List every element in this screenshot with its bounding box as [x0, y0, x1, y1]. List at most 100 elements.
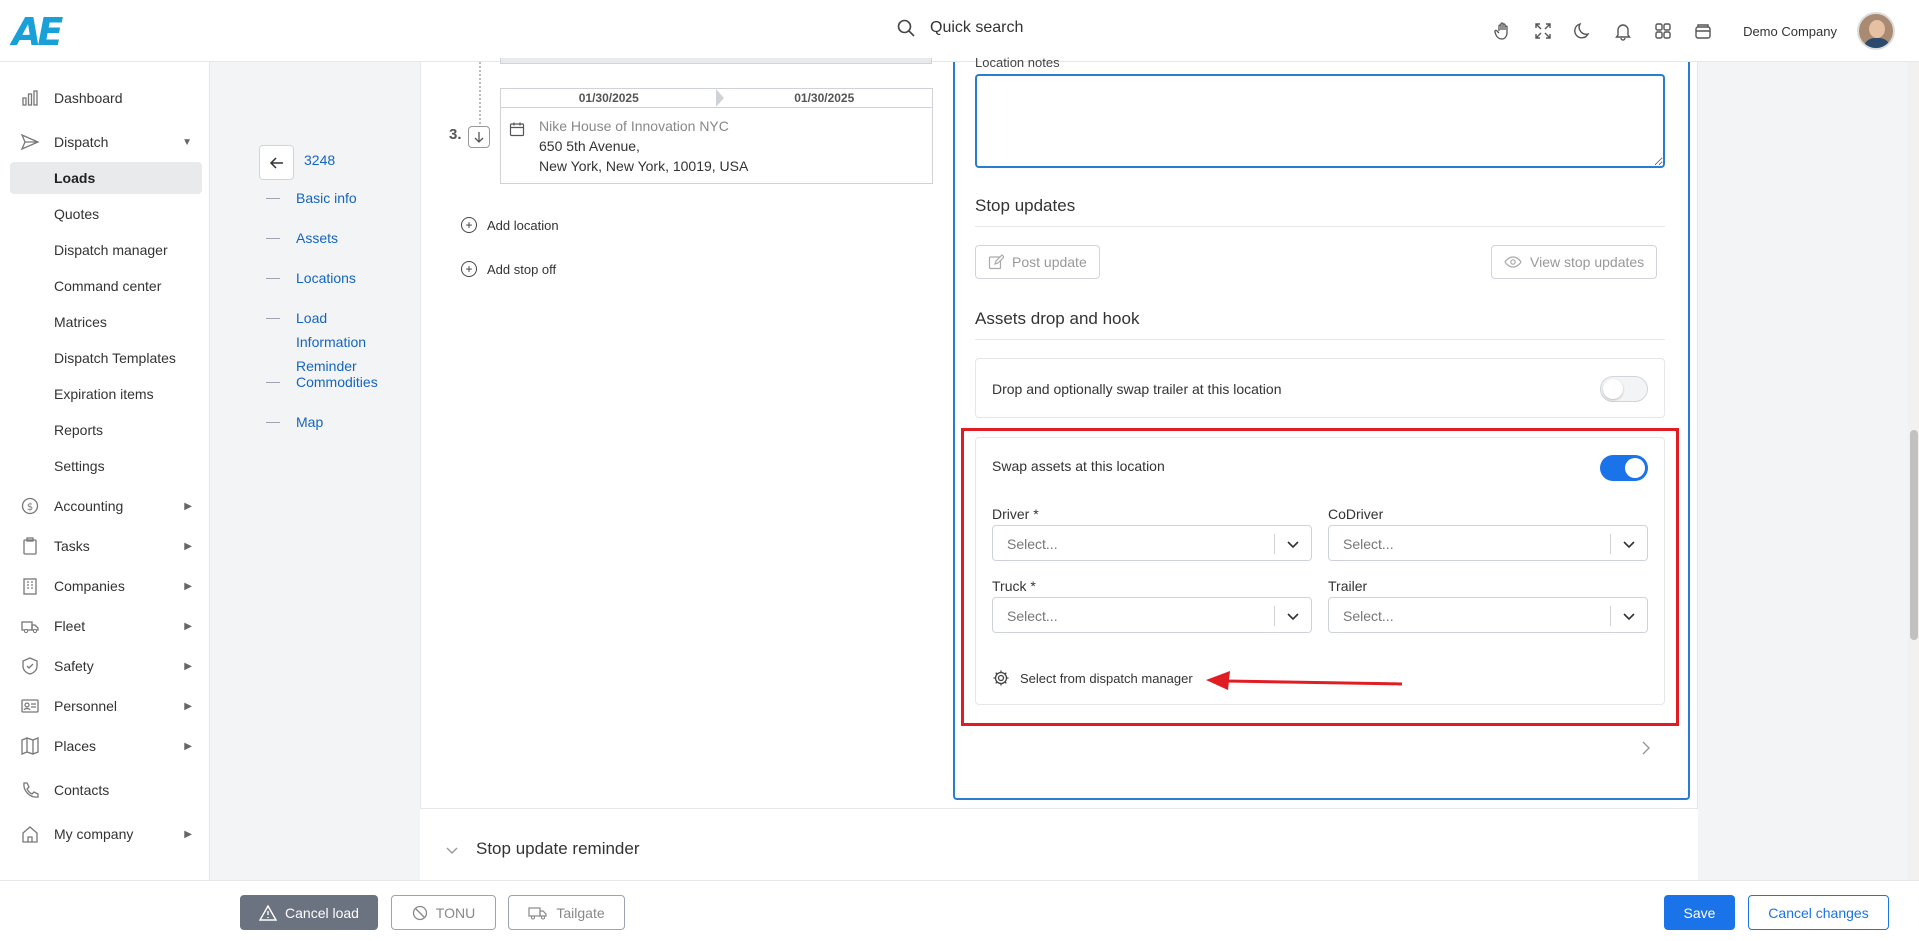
- plus-circle-icon: +: [461, 261, 477, 277]
- sidebar-item-places[interactable]: Places ▶: [10, 730, 202, 762]
- annotation-arrow: [1206, 671, 1402, 690]
- location-notes-input[interactable]: [975, 74, 1665, 168]
- sidebar-sub-dispatch-templates[interactable]: Dispatch Templates: [10, 342, 202, 374]
- warning-icon: [259, 904, 278, 921]
- chevron-down-icon[interactable]: [445, 843, 459, 857]
- toc-dash: [266, 198, 280, 199]
- add-stop-off-button[interactable]: + Add stop off: [461, 261, 556, 277]
- stop-card[interactable]: 01/30/2025 01/30/2025 Nike House of Inno…: [500, 88, 933, 184]
- sidebar-item-label: Dashboard: [54, 90, 123, 106]
- sidebar-item-personnel[interactable]: Personnel ▶: [10, 690, 202, 722]
- sidebar-item-dashboard[interactable]: Dashboard: [10, 82, 202, 114]
- stop-address-line1: 650 5th Avenue,: [539, 138, 640, 154]
- view-stop-updates-label: View stop updates: [1530, 254, 1645, 270]
- assets-drop-hook-title: Assets drop and hook: [975, 309, 1140, 328]
- previous-stop-card-edge: [500, 58, 932, 64]
- caret-down-icon: ▼: [182, 136, 192, 148]
- wallet-icon[interactable]: [1693, 21, 1713, 41]
- truck-icon: [528, 906, 547, 919]
- caret-right-icon: ▶: [184, 580, 192, 592]
- post-update-button[interactable]: Post update: [975, 245, 1100, 279]
- sidebar-item-label: Dispatch: [54, 134, 109, 150]
- cancel-load-label: Cancel load: [285, 904, 359, 921]
- sidebar-item-companies[interactable]: Companies ▶: [10, 570, 202, 602]
- chevron-right-icon[interactable]: [1638, 740, 1654, 756]
- toc-item-assets[interactable]: Assets: [266, 226, 338, 250]
- moon-icon[interactable]: [1573, 21, 1593, 41]
- bell-icon[interactable]: [1613, 21, 1633, 41]
- toc-item-basic-info[interactable]: Basic info: [266, 186, 357, 210]
- stop-address-line2: New York, New York, 10019, USA: [539, 158, 749, 174]
- toc-item-map[interactable]: Map: [266, 410, 323, 434]
- app-logo[interactable]: AE: [12, 10, 80, 54]
- sidebar-item-tasks[interactable]: Tasks ▶: [10, 530, 202, 562]
- truck-icon: [21, 621, 39, 634]
- toc-label: Commodities: [296, 374, 378, 390]
- company-name[interactable]: Demo Company: [1743, 24, 1837, 39]
- caret-right-icon: ▶: [184, 828, 192, 840]
- sidebar-sub-command-center[interactable]: Command center: [10, 270, 202, 302]
- toc-dash: [266, 422, 280, 423]
- drop-swap-trailer-toggle[interactable]: [1600, 376, 1648, 402]
- sidebar-sub-reports[interactable]: Reports: [10, 414, 202, 446]
- top-bar: AE Quick search Demo Company: [0, 0, 1919, 62]
- sidebar-item-label: My company: [54, 826, 134, 842]
- tailgate-button[interactable]: Tailgate: [508, 895, 625, 930]
- dollar-circle-icon: $: [21, 497, 39, 515]
- toc-label: Load Information Reminder: [296, 310, 367, 374]
- home-icon: [22, 826, 38, 843]
- sidebar-sub-matrices[interactable]: Matrices: [10, 306, 202, 338]
- scrollbar-thumb[interactable]: [1910, 430, 1918, 640]
- toc-dash: [266, 382, 280, 383]
- view-stop-updates-button[interactable]: View stop updates: [1491, 245, 1658, 279]
- id-card-icon: [21, 699, 39, 713]
- map-icon: [21, 737, 39, 755]
- sidebar-item-accounting[interactable]: $ Accounting ▶: [10, 490, 202, 522]
- plus-circle-icon: +: [461, 217, 477, 233]
- cancel-load-button[interactable]: Cancel load: [240, 895, 378, 930]
- tonu-label: TONU: [435, 904, 476, 921]
- sidebar-item-dispatch[interactable]: Dispatch ▼: [10, 126, 202, 158]
- add-stop-off-label: Add stop off: [487, 261, 557, 277]
- apps-grid-icon[interactable]: [1653, 21, 1673, 41]
- phone-icon: [23, 782, 39, 798]
- add-location-button[interactable]: + Add location: [461, 217, 559, 233]
- sidebar-sub-quotes[interactable]: Quotes: [10, 198, 202, 230]
- sidebar-sub-settings[interactable]: Settings: [10, 450, 202, 482]
- move-down-button[interactable]: [468, 126, 490, 148]
- fullscreen-icon[interactable]: [1533, 21, 1553, 41]
- stop-location-name: Nike House of Innovation NYC: [539, 118, 729, 134]
- search-icon: [897, 19, 915, 37]
- toc-label: Assets: [296, 230, 339, 246]
- caret-right-icon: ▶: [184, 660, 192, 672]
- sidebar-item-my-company[interactable]: My company ▶: [10, 818, 202, 850]
- sidebar-item-label: Fleet: [54, 618, 86, 634]
- timeline-connector: [479, 62, 481, 124]
- tonu-button[interactable]: TONU: [391, 895, 496, 930]
- sidebar-item-contacts[interactable]: Contacts: [10, 774, 202, 806]
- sidebar-sub-loads[interactable]: Loads: [10, 162, 202, 194]
- avatar[interactable]: [1857, 12, 1895, 50]
- stop-update-reminder-title[interactable]: Stop update reminder: [476, 839, 640, 859]
- add-location-label: Add location: [487, 217, 559, 233]
- drop-swap-trailer-card: Drop and optionally swap trailer at this…: [975, 358, 1665, 418]
- svg-text:$: $: [27, 502, 33, 513]
- save-button[interactable]: Save: [1664, 895, 1735, 930]
- caret-right-icon: ▶: [184, 700, 192, 712]
- quick-search[interactable]: Quick search: [896, 18, 1023, 38]
- location-notes-label: Location notes: [975, 55, 1060, 70]
- toc-item-locations[interactable]: Locations: [266, 266, 356, 290]
- hand-icon[interactable]: [1493, 21, 1513, 41]
- stop-date-row: 01/30/2025 01/30/2025: [501, 89, 932, 108]
- sidebar-item-fleet[interactable]: Fleet ▶: [10, 610, 202, 642]
- sidebar-sub-dispatch-manager[interactable]: Dispatch manager: [10, 234, 202, 266]
- sidebar-sub-expiration-items[interactable]: Expiration items: [10, 378, 202, 410]
- sidebar-item-safety[interactable]: Safety ▶: [10, 650, 202, 682]
- caret-right-icon: ▶: [184, 740, 192, 752]
- cancel-changes-button[interactable]: Cancel changes: [1748, 895, 1889, 930]
- toc-item-load-information-reminder[interactable]: Load Information Reminder: [266, 306, 396, 378]
- sidebar-item-label: Accounting: [54, 498, 124, 514]
- back-button[interactable]: [259, 145, 294, 180]
- toc-item-commodities[interactable]: Commodities: [266, 370, 378, 394]
- load-number: 3248: [304, 152, 336, 168]
